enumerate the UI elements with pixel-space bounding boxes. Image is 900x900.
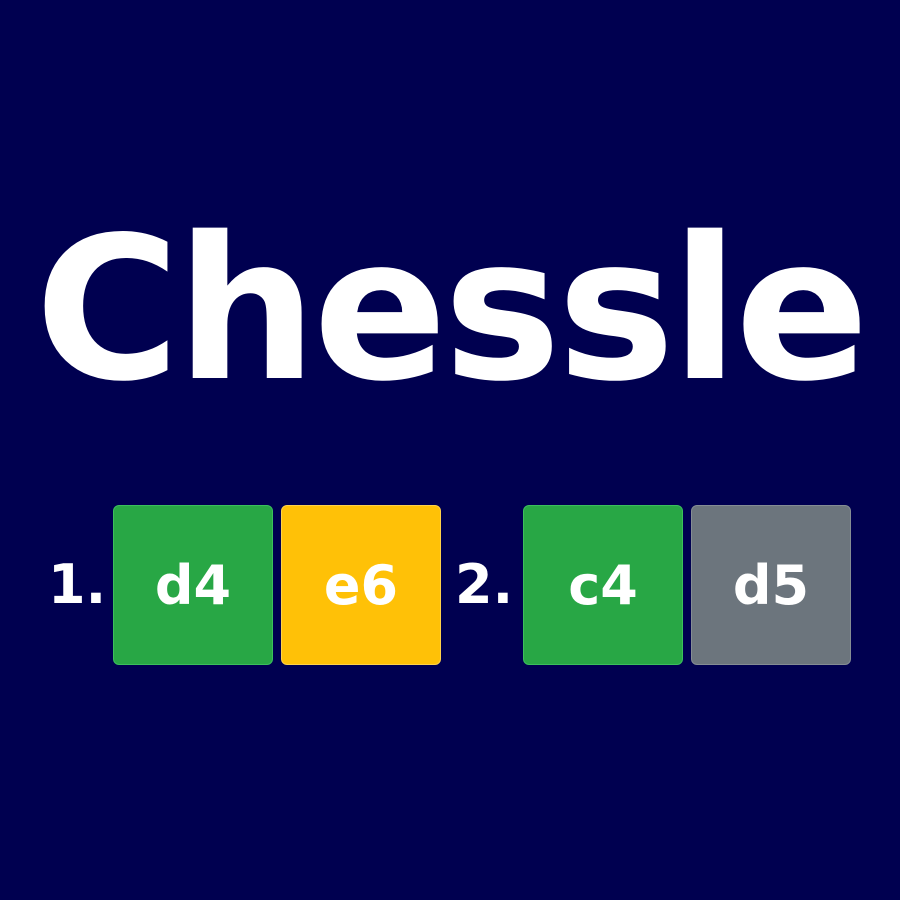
move-tile-white-2: c4 (523, 505, 683, 665)
game-title: Chessle (34, 194, 869, 425)
move-number-2: 2. (455, 553, 514, 616)
move-tile-black-2: d5 (691, 505, 851, 665)
move-tile-black-1: e6 (281, 505, 441, 665)
guess-row: 1. d4 e6 2. c4 d5 (0, 505, 900, 665)
move-number-1: 1. (48, 553, 107, 616)
move-tile-white-1: d4 (113, 505, 273, 665)
